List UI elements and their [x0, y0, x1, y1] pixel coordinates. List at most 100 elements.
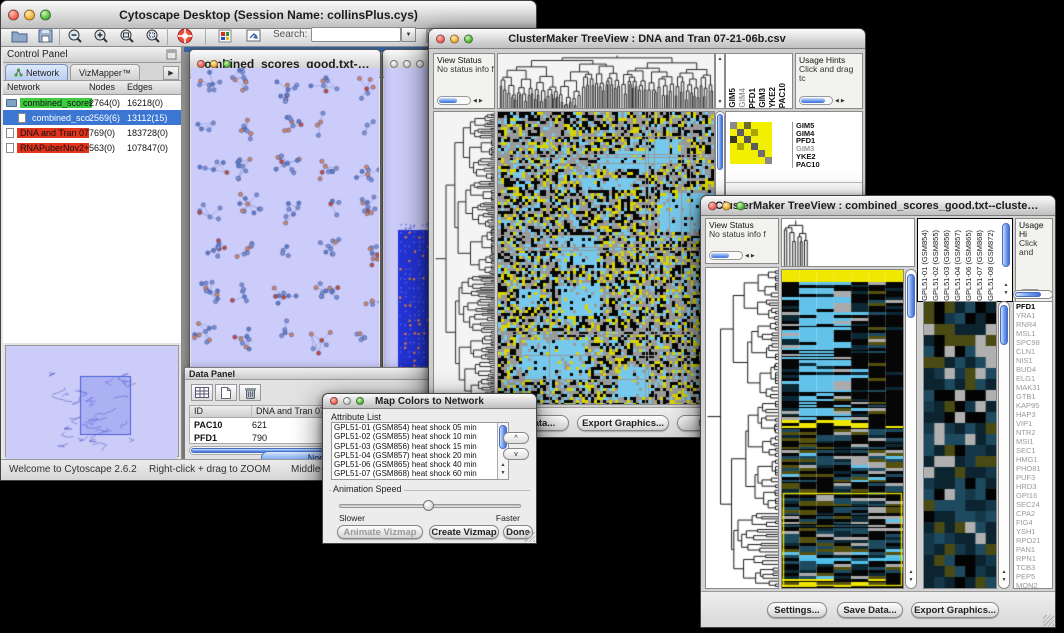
col-network[interactable]: Network — [7, 82, 40, 92]
scrollbar-thumb[interactable] — [1015, 292, 1041, 297]
tv2-zoom-heatmap[interactable] — [923, 301, 997, 589]
scroll-down-icon[interactable]: ▼ — [1001, 290, 1011, 297]
attribute-list-item[interactable]: GPL51-01 (GSM854) heat shock 05 min — [332, 423, 508, 432]
gene-label[interactable]: RPN1 — [1014, 554, 1052, 563]
zoom-button[interactable] — [223, 60, 231, 68]
dialog-titlebar[interactable]: Map Colors to Network — [323, 394, 536, 409]
network-row[interactable]: DNA and Tran 07769(0)183728(0) — [3, 125, 181, 140]
scroll-up-icon[interactable]: ▲ — [906, 569, 916, 576]
gene-label[interactable]: PEP5 — [1014, 572, 1052, 581]
zoom-button[interactable] — [736, 201, 745, 210]
tab-network[interactable]: Network — [5, 64, 68, 80]
zoom-selected-icon[interactable] — [141, 25, 165, 47]
tv2-column-dendrogram[interactable] — [781, 218, 915, 267]
move-down-button[interactable]: v — [503, 448, 529, 460]
gene-label[interactable]: HAP3 — [1014, 410, 1052, 419]
gene-label[interactable]: MSI1 — [1014, 437, 1052, 446]
attribute-list-item[interactable]: GPL51-04 (GSM857) heat shock 20 min — [332, 451, 508, 460]
gene-label[interactable]: KAP95 — [1014, 401, 1052, 410]
close-button[interactable] — [436, 34, 445, 43]
scrollbar-thumb[interactable] — [1000, 305, 1008, 345]
tv2-heatmap-vscrollbar[interactable]: ▲ ▼ — [905, 269, 917, 589]
tv1-status-scrollbar[interactable]: ◀▶ — [437, 96, 483, 105]
gene-label[interactable]: FIG4 — [1014, 518, 1052, 527]
slider-thumb[interactable] — [423, 500, 434, 511]
minimize-button[interactable] — [24, 9, 35, 20]
help-lifebuoy-icon[interactable] — [173, 25, 197, 47]
attribute-list-item[interactable]: GPL51-03 (GSM856) heat shock 15 min — [332, 442, 508, 451]
gene-label[interactable]: RPO21 — [1014, 536, 1052, 545]
resize-grip[interactable] — [1043, 615, 1054, 626]
search-input[interactable] — [311, 27, 401, 42]
gene-label[interactable]: CLN1 — [1014, 347, 1052, 356]
attribute-list-item[interactable]: GPL51-07 (GSM868) heat shock 60 min — [332, 469, 508, 478]
treeview1-titlebar[interactable]: ClusterMaker TreeView : DNA and Tran 07-… — [429, 29, 865, 49]
resize-grip[interactable] — [524, 531, 535, 542]
gene-label[interactable]: CPA2 — [1014, 509, 1052, 518]
gene-label[interactable]: PFD1 — [1014, 302, 1052, 311]
gene-label[interactable]: HRD3 — [1014, 482, 1052, 491]
scroll-up-icon[interactable]: ▲ — [716, 56, 724, 63]
close-button[interactable] — [330, 397, 338, 405]
export-graphics-button[interactable]: Export Graphics... — [577, 415, 669, 431]
birdseye-view[interactable] — [5, 345, 179, 457]
network-canvas-1[interactable] — [191, 68, 379, 371]
tv1-zoom-heatmap[interactable] — [730, 122, 772, 164]
col-id[interactable]: ID — [190, 406, 252, 417]
gene-label[interactable]: BUD4 — [1014, 365, 1052, 374]
gene-label[interactable]: GPI16 — [1014, 491, 1052, 500]
gene-label[interactable]: VIP1 — [1014, 419, 1052, 428]
minimize-button[interactable] — [450, 34, 459, 43]
close-button[interactable] — [390, 60, 398, 68]
gene-label[interactable]: YRA1 — [1014, 311, 1052, 320]
scroll-up-icon[interactable]: ▲ — [498, 462, 508, 469]
float-panel-icon[interactable] — [166, 49, 177, 60]
new-attribute-icon[interactable] — [215, 384, 237, 401]
attribute-list[interactable]: GPL51-01 (GSM854) heat shock 05 minGPL51… — [331, 422, 509, 480]
scroll-down-icon[interactable]: ▼ — [498, 470, 508, 477]
tab-vizmapper[interactable]: VizMapper™ — [70, 64, 140, 80]
scrollbar-thumb[interactable] — [1002, 223, 1010, 267]
gene-label[interactable]: SPC98 — [1014, 338, 1052, 347]
attribute-list-item[interactable]: GPL51-06 (GSM865) heat shock 40 min — [332, 460, 508, 469]
gene-label[interactable]: NIS1 — [1014, 356, 1052, 365]
scroll-right-icon[interactable]: ▶ — [479, 98, 483, 104]
zoom-button[interactable] — [464, 34, 473, 43]
gene-label[interactable]: PHO81 — [1014, 464, 1052, 473]
gene-label[interactable]: ELG1 — [1014, 374, 1052, 383]
attribute-table-icon[interactable] — [191, 384, 213, 401]
tv2-row-dendrogram[interactable] — [705, 267, 779, 589]
open-folder-icon[interactable] — [7, 25, 31, 47]
gene-label[interactable]: HMG1 — [1014, 455, 1052, 464]
tv2-zoom-vscrollbar[interactable]: ▲ ▼ — [998, 301, 1010, 589]
zoom-out-icon[interactable] — [63, 25, 87, 47]
col-nodes[interactable]: Nodes — [89, 82, 115, 92]
tv2-heatmap[interactable] — [781, 269, 904, 589]
birdseye-canvas[interactable] — [6, 346, 177, 464]
network-row[interactable]: combined_sco2569(6)13112(15) — [3, 110, 181, 125]
scroll-up-icon[interactable]: ▲ — [999, 569, 1009, 576]
scroll-down-icon[interactable]: ▼ — [906, 577, 916, 584]
export-graphics-button[interactable]: Export Graphics... — [911, 602, 999, 618]
gene-label[interactable]: MAK31 — [1014, 383, 1052, 392]
tab-overflow-button[interactable]: ▶ — [163, 66, 179, 80]
gene-label[interactable]: MON2 — [1014, 581, 1052, 589]
zoom-fit-icon[interactable] — [115, 25, 139, 47]
gene-label[interactable]: RNR4 — [1014, 320, 1052, 329]
gene-label[interactable]: NTR2 — [1014, 428, 1052, 437]
tv1-top-scroll-strip[interactable]: ▲▼ — [715, 53, 725, 109]
attribute-list-item[interactable]: GPL51-02 (GSM855) heat shock 10 min — [332, 432, 508, 441]
gene-label[interactable]: SEC24 — [1014, 500, 1052, 509]
scrollbar-thumb[interactable] — [717, 114, 723, 170]
zoom-button[interactable] — [356, 397, 364, 405]
network-row[interactable]: RNAPuberNov2+563(0)107847(0) — [3, 140, 181, 155]
scroll-right-icon[interactable]: ▶ — [841, 98, 845, 104]
tv2-labels-vscrollbar[interactable]: ▲ ▼ — [1001, 221, 1011, 299]
save-data-button[interactable]: Save Data... — [837, 602, 903, 618]
gene-label[interactable]: SEC1 — [1014, 446, 1052, 455]
scroll-down-icon[interactable]: ▼ — [999, 577, 1009, 584]
zoom-in-icon[interactable] — [89, 25, 113, 47]
gene-label[interactable]: MSL1 — [1014, 329, 1052, 338]
close-button[interactable] — [197, 60, 205, 68]
gene-label[interactable]: YSH1 — [1014, 527, 1052, 536]
